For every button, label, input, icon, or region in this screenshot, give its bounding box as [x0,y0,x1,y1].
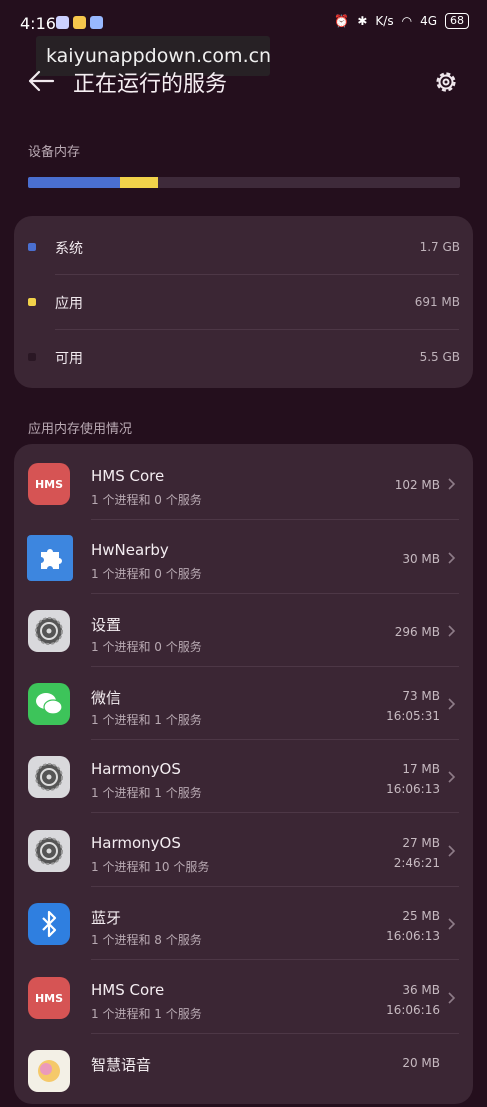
voice-assistant-icon [28,1050,70,1092]
app-running-time: 16:06:16 [386,1003,440,1017]
app-row[interactable]: HMS HMS Core 1 个进程和 1 个服务 36 MB 16:06:16 [14,961,473,1034]
app-memory-size: 73 MB [402,689,440,703]
chevron-right-icon [448,552,456,564]
app-row[interactable]: 设置 1 个进程和 0 个服务 296 MB [14,594,473,667]
app-process-info: 1 个进程和 8 个服务 [91,933,202,947]
divider [91,959,459,960]
chevron-right-icon [448,478,456,490]
puzzle-icon [27,535,73,581]
settings-gear-icon [28,830,70,872]
notification-app-icon [56,16,69,29]
app-name: 微信 [91,689,122,707]
app-row[interactable]: 蓝牙 1 个进程和 8 个服务 25 MB 16:06:13 [14,887,473,960]
divider [91,812,459,813]
app-running-time: 2:46:21 [393,856,440,870]
app-process-info: 1 个进程和 1 个服务 [91,786,202,800]
hms-core-icon: HMS [28,463,70,505]
app-row[interactable]: HarmonyOS 1 个进程和 1 个服务 17 MB 16:06:13 [14,740,473,813]
legend-value: 1.7 GB [419,240,460,254]
status-time: 4:16 [20,14,56,33]
chevron-right-icon [448,698,456,710]
page-title: 正在运行的服务 [73,72,228,97]
signal-icon: 4G [420,14,437,28]
legend-row-system: 系统 1.7 GB [14,219,473,274]
network-speed: K/s [375,14,394,28]
battery-icon: 68 [445,13,469,29]
app-name: 设置 [91,616,122,634]
available-color-dot [28,353,36,361]
back-arrow-icon[interactable] [26,66,56,96]
memory-usage-bar [28,177,460,188]
app-name: HarmonyOS [91,760,181,778]
app-name: 蓝牙 [91,909,122,927]
legend-value: 691 MB [414,295,460,309]
app-memory-size: 36 MB [402,983,440,997]
app-memory-size: 20 MB [402,1056,440,1070]
notification-app-icon [73,16,86,29]
app-process-info: 1 个进程和 1 个服务 [91,713,202,727]
chevron-right-icon [448,625,456,637]
app-row[interactable]: HarmonyOS 1 个进程和 10 个服务 27 MB 2:46:21 [14,814,473,887]
app-process-info: 1 个进程和 0 个服务 [91,567,202,581]
app-row[interactable]: 微信 1 个进程和 1 个服务 73 MB 16:05:31 [14,667,473,740]
app-running-time: 16:06:13 [386,929,440,943]
app-process-info: 1 个进程和 10 个服务 [91,860,210,874]
app-memory-label: 应用内存使用情况 [28,422,133,437]
app-running-time: 16:06:13 [386,782,440,796]
device-memory-label: 设备内存 [28,145,81,160]
app-running-time: 16:05:31 [386,709,440,723]
app-memory-size: 27 MB [402,836,440,850]
app-memory-size: 296 MB [394,625,440,639]
divider [91,519,459,520]
chevron-right-icon [448,992,456,1004]
legend-name: 可用 [55,351,83,367]
legend-row-apps: 应用 691 MB [14,274,473,329]
legend-name: 应用 [55,296,83,312]
alarm-icon: ⏰ [334,14,350,28]
app-row[interactable]: 智慧语音 20 MB [14,1034,473,1107]
settings-gear-icon [28,610,70,652]
app-process-info: 1 个进程和 0 个服务 [91,493,202,507]
legend-value: 5.5 GB [419,350,460,364]
app-name: HMS Core [91,981,165,999]
app-name: HMS Core [91,467,165,485]
legend-name: 系统 [55,241,83,257]
chevron-right-icon [448,771,456,783]
app-process-info: 1 个进程和 1 个服务 [91,1007,202,1021]
chevron-right-icon [448,845,456,857]
bluetooth-status-icon: ✱ [357,14,368,28]
wechat-icon [28,683,70,725]
apps-color-dot [28,298,36,306]
settings-gear-icon [28,756,70,798]
app-process-info: 1 个进程和 0 个服务 [91,640,202,654]
bluetooth-icon [28,903,70,945]
app-name: HarmonyOS [91,834,181,852]
app-memory-size: 102 MB [394,478,440,492]
memory-legend-card: 系统 1.7 GB 应用 691 MB 可用 5.5 GB [14,216,473,388]
gear-icon[interactable] [432,68,460,96]
chevron-right-icon [448,918,456,930]
hms-core-icon: HMS [28,977,70,1019]
wifi-icon: ◠ [401,14,413,28]
app-row[interactable]: HMS HMS Core 1 个进程和 0 个服务 102 MB [14,447,473,520]
memory-bar-apps [120,177,158,188]
system-color-dot [28,243,36,251]
app-memory-size: 25 MB [402,909,440,923]
legend-row-available: 可用 5.5 GB [14,329,473,384]
app-row[interactable]: HwNearby 1 个进程和 0 个服务 30 MB [14,521,473,594]
app-name: HwNearby [91,541,169,559]
app-memory-size: 30 MB [402,552,440,566]
notification-app-icon [90,16,103,29]
memory-bar-system [28,177,120,188]
app-memory-size: 17 MB [402,762,440,776]
status-indicators: ⏰ ✱ K/s ◠ 4G 68 [334,13,469,29]
app-list-card: HMS HMS Core 1 个进程和 0 个服务 102 MB HwNearb… [14,444,473,1104]
